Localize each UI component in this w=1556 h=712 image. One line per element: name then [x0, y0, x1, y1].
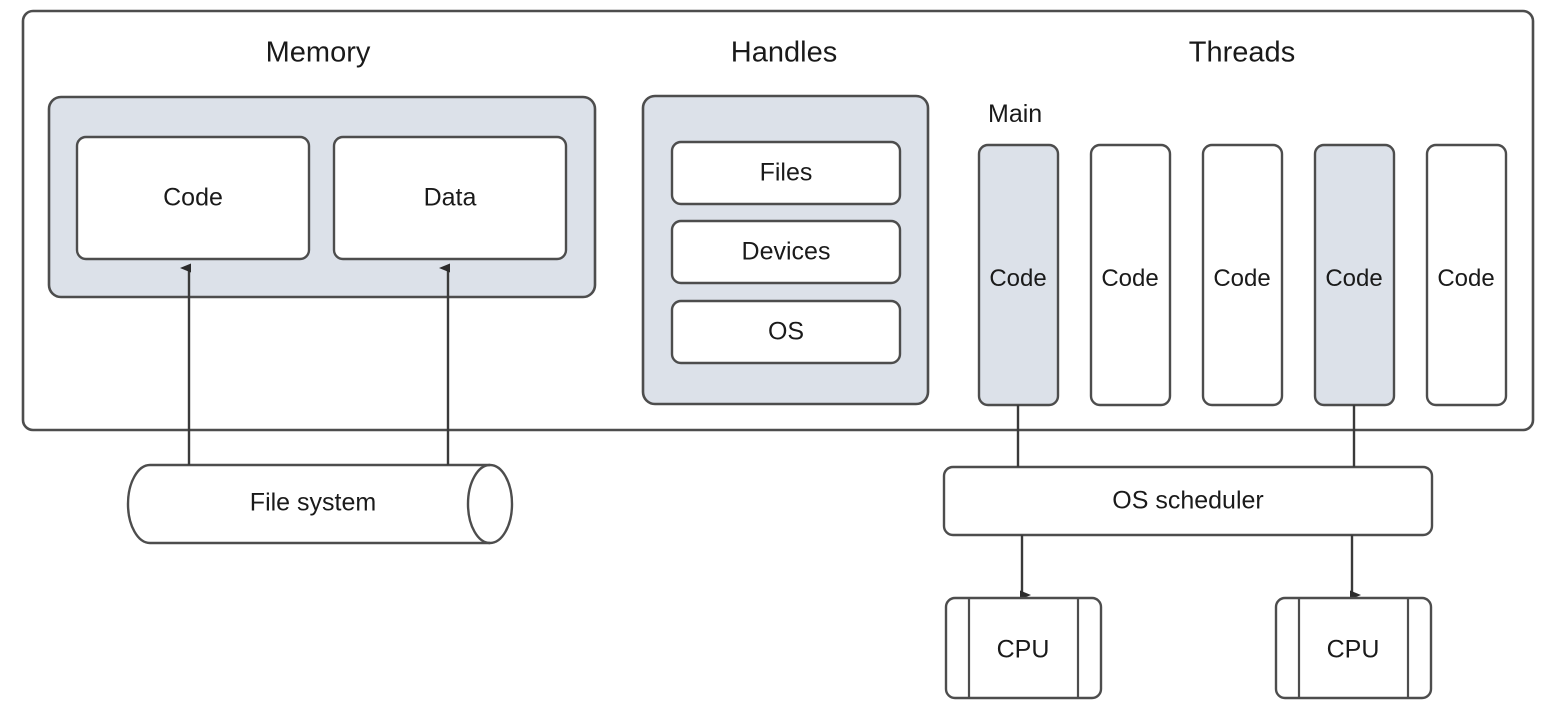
diagram-svg — [21, 9, 1535, 700]
diagram-canvas: Memory Handles Threads Code Data Files D… — [0, 0, 1556, 712]
thread-box-2 — [1089, 143, 1172, 407]
memory-code-box — [75, 135, 311, 261]
thread-box-3 — [1201, 143, 1284, 407]
thread-box-1 — [977, 143, 1060, 407]
os-scheduler-box — [942, 465, 1434, 537]
memory-data-box — [332, 135, 568, 261]
handles-os-box — [670, 299, 902, 365]
file-system-body — [126, 463, 514, 545]
thread-box-4 — [1313, 143, 1396, 407]
cpu-1 — [944, 596, 1103, 700]
handles-files-box — [670, 140, 902, 206]
handles-devices-box — [670, 219, 902, 285]
thread-box-5 — [1425, 143, 1508, 407]
cpu-2 — [1274, 596, 1433, 700]
